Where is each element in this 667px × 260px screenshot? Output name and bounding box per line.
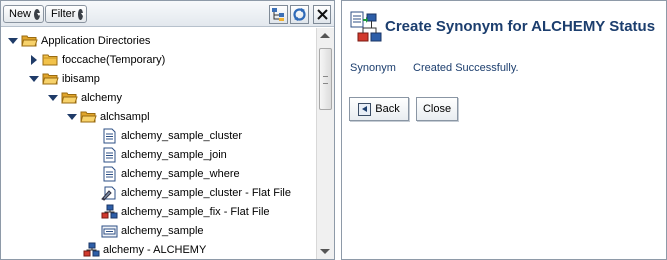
expand-toggle-icon[interactable] (66, 111, 78, 123)
flat-file-icon (101, 185, 118, 201)
tree-item-label: ibisamp (62, 73, 100, 85)
tree-item-alchemy-sample-fix-flat-file[interactable]: alchemy_sample_fix - Flat File (101, 203, 270, 221)
close-pane-button[interactable] (313, 5, 331, 24)
tree-item-alchemy-sample-cluster-flat-file[interactable]: alchemy_sample_cluster - Flat File (101, 184, 291, 202)
tree-item-application-directories[interactable]: Application Directories (7, 32, 150, 50)
new-dropdown-button[interactable]: New (3, 5, 44, 23)
tree-item-label: alchemy_sample_join (121, 149, 227, 161)
back-button[interactable]: Back (349, 97, 409, 121)
tree-item-ibisamp[interactable]: ibisamp (28, 70, 100, 88)
back-button-label: Back (375, 103, 400, 115)
document-icon (101, 147, 118, 163)
tree-item-alchemy[interactable]: alchemy (47, 89, 122, 107)
tree-settings-button[interactable] (269, 5, 288, 24)
close-icon (316, 9, 328, 20)
tree-item-label: foccache(Temporary) (62, 54, 166, 66)
folder-open-icon (80, 109, 97, 125)
chevron-down-icon (78, 8, 85, 20)
expand-toggle-icon[interactable] (28, 54, 40, 66)
expand-toggle-icon[interactable] (28, 73, 40, 85)
tree-item-label: alchemy_sample_cluster - Flat File (121, 187, 291, 199)
expand-toggle-icon[interactable] (47, 92, 59, 104)
document-icon (101, 166, 118, 182)
tree-item-label: alchemy_sample (121, 225, 204, 237)
data-file-icon (101, 223, 118, 239)
close-button-label: Close (422, 103, 452, 115)
synonym-icon (101, 204, 118, 220)
page-title: Create Synonym for ALCHEMY Status (385, 18, 656, 35)
status-message: Created Successfully. (413, 62, 519, 74)
status-dialog: Create Synonym for ALCHEMY Status Synony… (341, 0, 667, 260)
folder-open-icon (21, 33, 38, 49)
tree-item-alchemy-sample-where[interactable]: alchemy_sample_where (101, 165, 240, 183)
tree-settings-icon (272, 8, 284, 21)
folder-closed-icon (42, 52, 59, 68)
folder-open-icon (42, 71, 59, 87)
tree-item-label: alchsampl (100, 111, 150, 123)
tree-item-label: alchemy (81, 92, 122, 104)
tree-item-label: Application Directories (41, 35, 151, 47)
tree-item-alchemy-sample[interactable]: alchemy_sample (101, 222, 204, 240)
directory-tree: Application Directories foccache(Tempora… (1, 28, 317, 259)
expand-toggle-icon[interactable] (7, 35, 19, 47)
tree-item-alchemy-sample-cluster[interactable]: alchemy_sample_cluster (101, 127, 242, 145)
tree-item-label: alchemy_sample_cluster (121, 130, 243, 142)
new-label: New (9, 8, 32, 20)
filter-dropdown-button[interactable]: Filter (45, 5, 87, 23)
synonym-icon (83, 242, 100, 258)
close-button[interactable]: Close (416, 97, 458, 121)
tree-item-label: alchemy_sample_fix - Flat File (121, 206, 270, 218)
folder-open-icon (61, 90, 78, 106)
chevron-down-icon (34, 8, 41, 20)
refresh-icon (293, 8, 306, 21)
create-synonym-icon (350, 11, 382, 46)
explorer-pane: New Filter Application Directories focca… (0, 0, 335, 260)
tree-item-label: alchemy_sample_where (121, 168, 240, 180)
tree-item-foccache[interactable]: foccache(Temporary) (28, 51, 165, 69)
scroll-up-icon[interactable] (320, 33, 330, 38)
tree-item-alchsampl[interactable]: alchsampl (66, 108, 150, 126)
scroll-thumb[interactable] (319, 48, 332, 110)
document-icon (101, 128, 118, 144)
back-arrow-icon (358, 102, 372, 116)
tree-scrollbar[interactable] (316, 28, 334, 259)
tree-item-label: alchemy - ALCHEMY (103, 244, 207, 256)
status-label: Synonym (350, 62, 396, 74)
filter-label: Filter (51, 8, 76, 20)
tree-item-alchemy-synonym[interactable]: alchemy - ALCHEMY (83, 241, 206, 259)
scroll-down-icon[interactable] (320, 249, 330, 254)
explorer-toolbar: New Filter (1, 1, 334, 27)
refresh-button[interactable] (290, 5, 309, 24)
tree-item-alchemy-sample-join[interactable]: alchemy_sample_join (101, 146, 227, 164)
